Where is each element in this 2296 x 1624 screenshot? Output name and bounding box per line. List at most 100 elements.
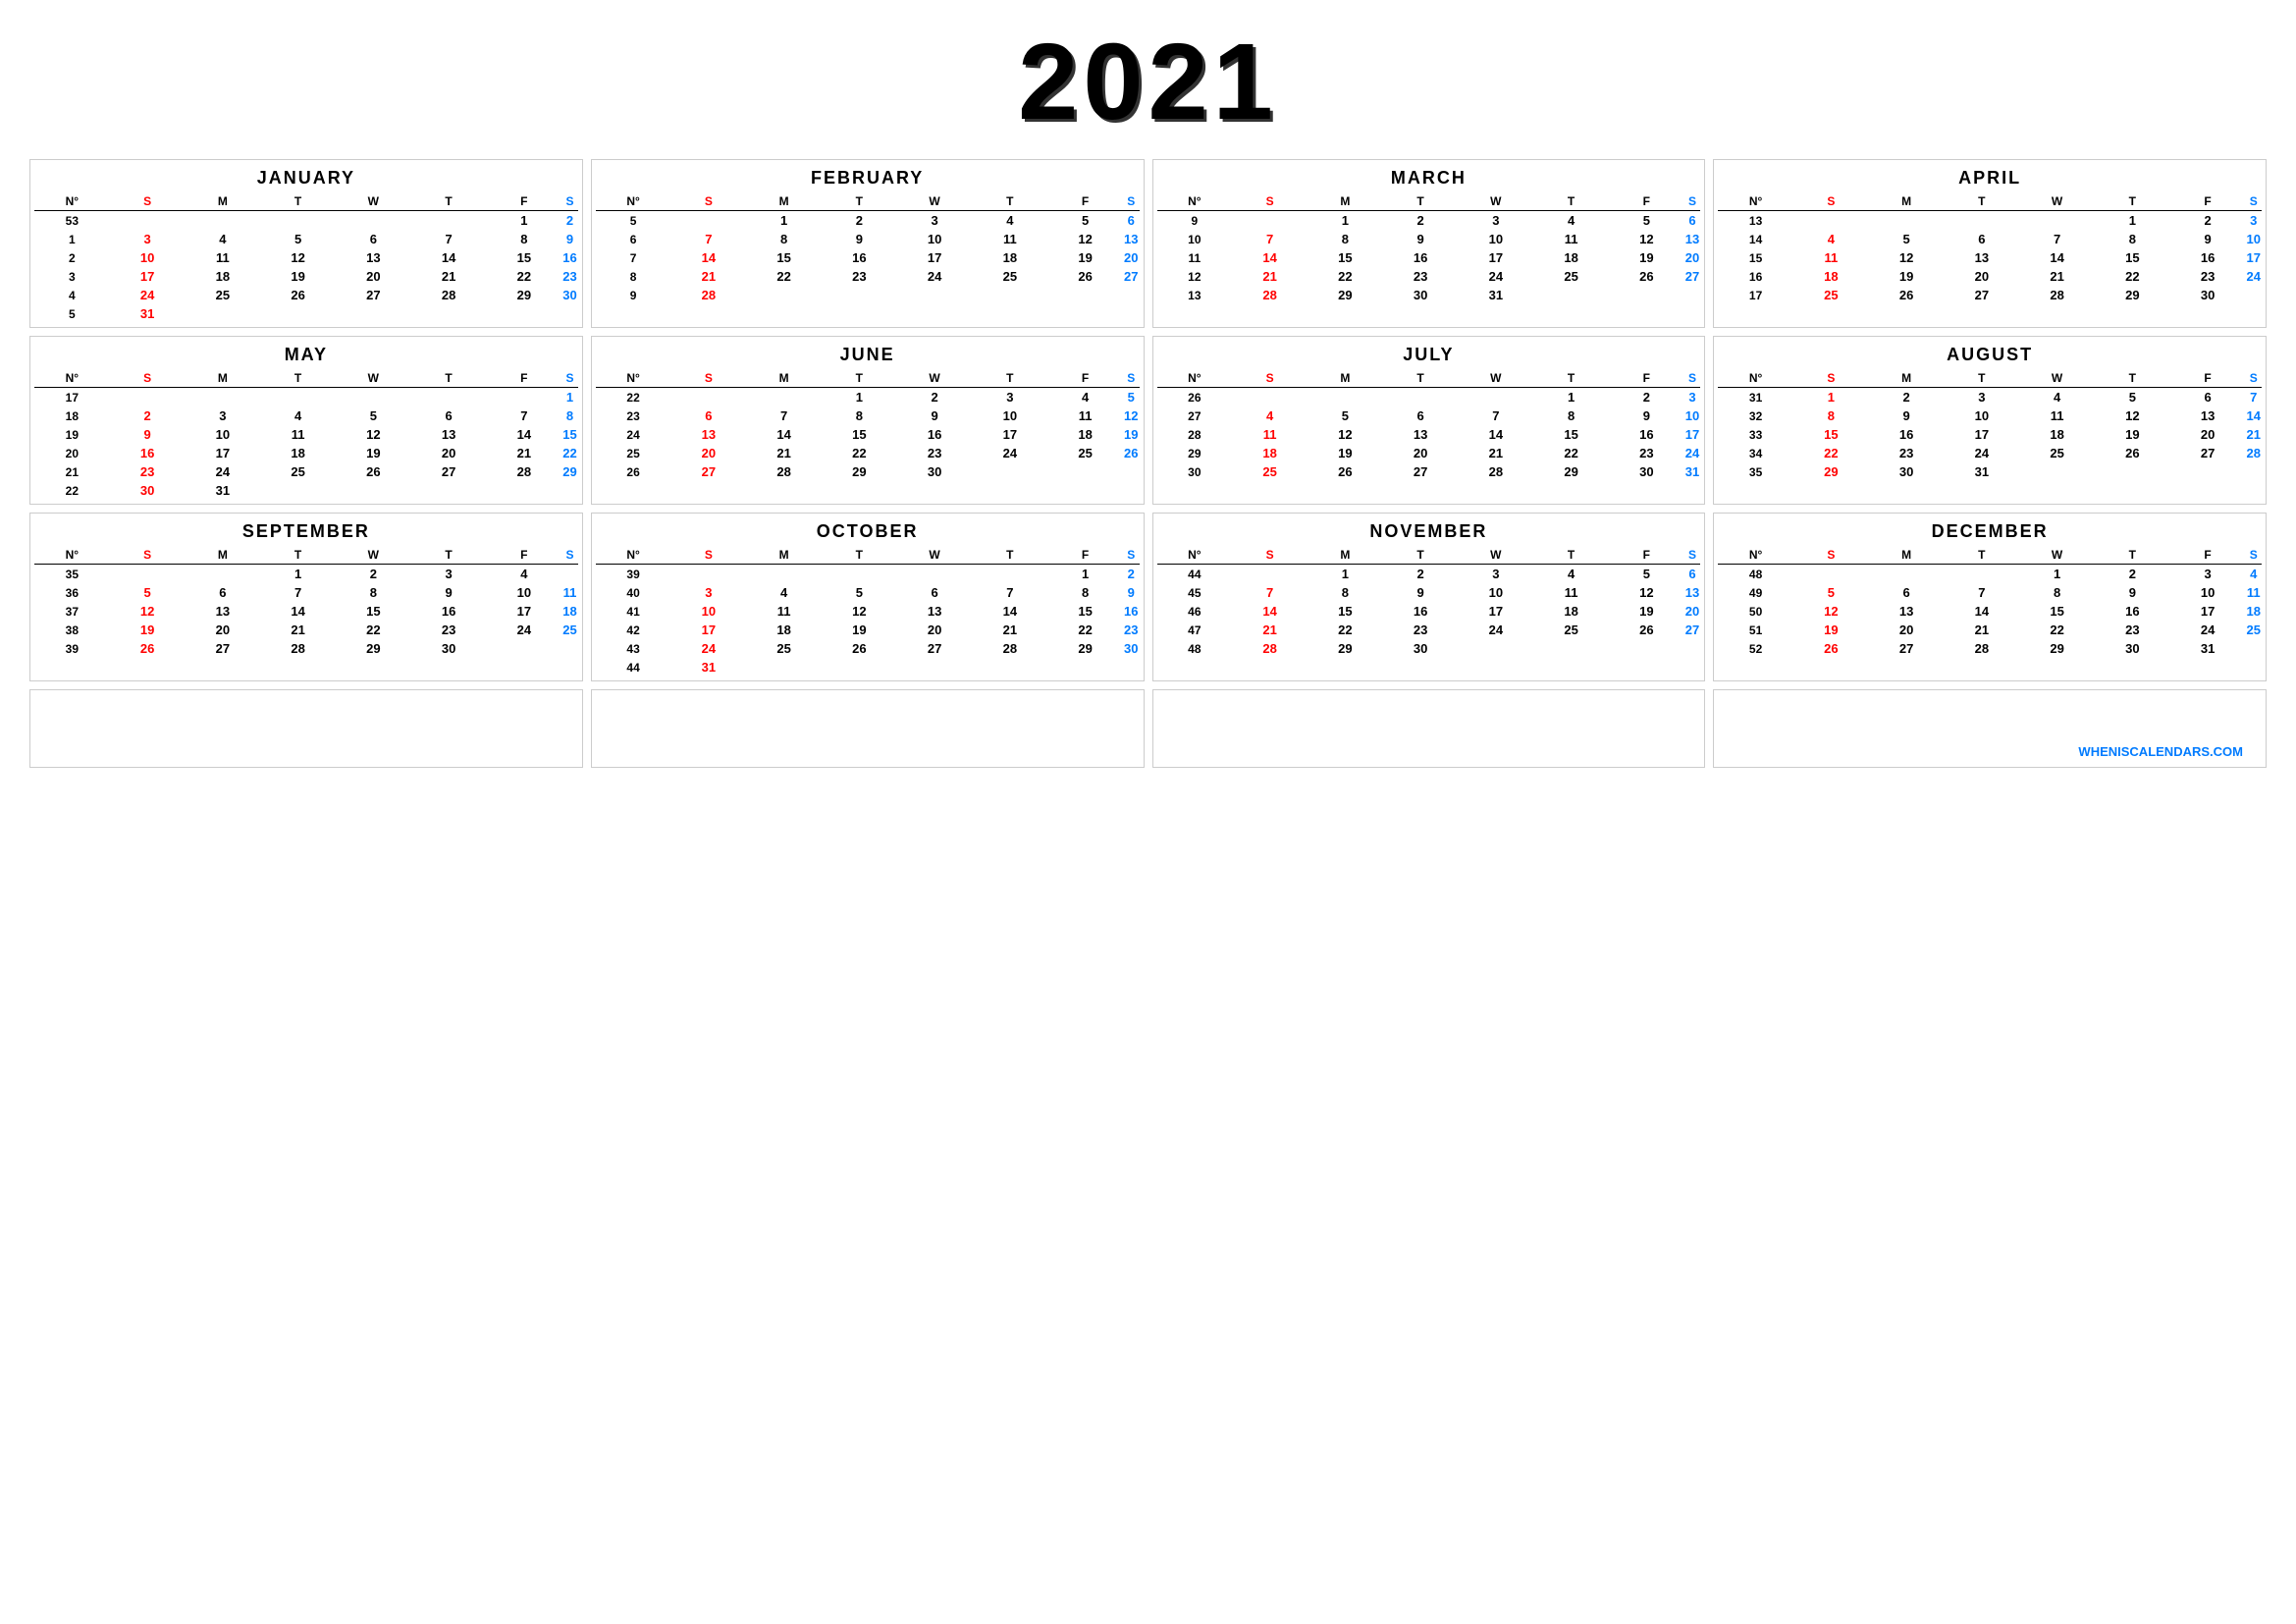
header-sat: S — [561, 192, 578, 211]
header-thu: T — [2095, 369, 2170, 388]
day-cell-thu — [972, 658, 1047, 677]
day-cell-thu: 13 — [411, 425, 487, 444]
week-row: 928 — [596, 286, 1140, 304]
day-cell-sat: 9 — [1123, 583, 1140, 602]
day-cell-tue: 26 — [822, 639, 897, 658]
week-row: 3712131415161718 — [34, 602, 578, 621]
week-row: 531 — [34, 304, 578, 323]
header-wed: W — [897, 192, 973, 211]
header-mon: M — [1869, 192, 1945, 211]
day-cell-sun: 11 — [1232, 425, 1308, 444]
day-cell-wed: 10 — [1458, 230, 1533, 248]
day-cell-tue: 6 — [1944, 230, 2019, 248]
day-cell-thu: 3 — [411, 565, 487, 584]
day-cell-tue: 25 — [260, 462, 336, 481]
day-cell-tue: 8 — [822, 406, 897, 425]
header-mon: M — [746, 192, 822, 211]
week-row: 1511121314151617 — [1718, 248, 2262, 267]
day-cell-mon — [1869, 211, 1945, 231]
day-cell-sun: 24 — [110, 286, 186, 304]
header-sat: S — [2245, 546, 2262, 565]
week-row: 17252627282930 — [1718, 286, 2262, 304]
day-cell-wed: 24 — [1458, 267, 1533, 286]
day-cell-thu: 1 — [1533, 388, 1609, 407]
day-cell-tue: 2 — [1383, 565, 1459, 584]
day-cell-sat: 7 — [2245, 388, 2262, 407]
day-cell-sat: 3 — [1684, 388, 1701, 407]
day-cell-fri: 26 — [1047, 267, 1123, 286]
day-cell — [1609, 304, 1684, 323]
day-cell-fri: 22 — [486, 267, 561, 286]
day-cell-fri: 11 — [1047, 406, 1123, 425]
month-block-july: JULYN°SMTWTFS261232745678910281112131415… — [1152, 336, 1706, 505]
day-cell-wk: 21 — [34, 462, 110, 481]
day-cell — [1718, 304, 1793, 323]
day-cell — [2095, 481, 2170, 500]
header-tue: T — [1944, 546, 2019, 565]
day-cell — [596, 304, 671, 323]
day-cell-wed: 15 — [2019, 602, 2095, 621]
day-cell-wk: 31 — [1718, 388, 1793, 407]
week-row: 171 — [34, 388, 578, 407]
day-cell-mon: 15 — [1308, 602, 1383, 621]
day-cell-wed: 17 — [1458, 248, 1533, 267]
day-cell-thu: 12 — [2095, 406, 2170, 425]
day-cell-wk: 50 — [1718, 602, 1793, 621]
day-cell-sun: 12 — [110, 602, 186, 621]
day-cell-fri: 12 — [1609, 583, 1684, 602]
day-cell — [1793, 481, 1869, 500]
day-cell-sat: 16 — [1123, 602, 1140, 621]
header-wed: W — [2019, 192, 2095, 211]
day-cell-wk: 53 — [34, 211, 110, 231]
day-cell-sun: 28 — [670, 286, 746, 304]
day-cell-mon: 22 — [746, 267, 822, 286]
day-cell-thu: 3 — [972, 388, 1047, 407]
day-cell-wed: 22 — [336, 621, 411, 639]
day-cell — [746, 481, 822, 500]
footer-box-3 — [1152, 689, 1706, 768]
day-cell-wk: 2 — [34, 248, 110, 267]
header-sun: S — [110, 192, 186, 211]
day-cell-wk: 5 — [34, 304, 110, 323]
week-row: 2212345 — [596, 388, 1140, 407]
day-cell-tue: 11 — [260, 425, 336, 444]
day-cell-fri: 23 — [2170, 267, 2246, 286]
day-cell — [1684, 304, 1701, 323]
day-cell — [746, 304, 822, 323]
header-sun: S — [1232, 192, 1308, 211]
day-cell-mon: 11 — [746, 602, 822, 621]
week-row: 4110111213141516 — [596, 602, 1140, 621]
header-mon: M — [1308, 546, 1383, 565]
day-cell-sun: 8 — [1793, 406, 1869, 425]
day-cell-mon: 9 — [1869, 406, 1945, 425]
day-cell-wk: 20 — [34, 444, 110, 462]
header-mon: M — [746, 369, 822, 388]
week-row: 4324252627282930 — [596, 639, 1140, 658]
day-cell-fri: 14 — [486, 425, 561, 444]
day-cell — [1458, 658, 1533, 677]
day-cell-sat: 24 — [1684, 444, 1701, 462]
header-sat: S — [1123, 192, 1140, 211]
week-row: 1114151617181920 — [1157, 248, 1701, 267]
day-cell-fri: 5 — [1609, 565, 1684, 584]
week-row: 4431 — [596, 658, 1140, 677]
day-cell-fri: 17 — [486, 602, 561, 621]
day-cell-wed: 29 — [336, 639, 411, 658]
day-cell-fri: 26 — [1609, 621, 1684, 639]
day-cell-sat: 23 — [561, 267, 578, 286]
day-cell-thu: 8 — [2095, 230, 2170, 248]
week-row: 52262728293031 — [1718, 639, 2262, 658]
day-cell-tue: 24 — [1944, 444, 2019, 462]
day-cell-tue — [260, 481, 336, 500]
cal-table-march: N°SMTWTFS9123456107891011121311141516171… — [1157, 192, 1701, 323]
day-cell-wk: 33 — [1718, 425, 1793, 444]
day-cell-sat: 27 — [1684, 267, 1701, 286]
day-cell-sun: 9 — [110, 425, 186, 444]
day-cell-tue: 1 — [260, 565, 336, 584]
day-cell-mon: 16 — [1869, 425, 1945, 444]
day-cell-tue: 16 — [822, 248, 897, 267]
day-cell-sat: 19 — [1123, 425, 1140, 444]
day-cell-mon: 22 — [1308, 267, 1383, 286]
day-cell-wed: 28 — [2019, 286, 2095, 304]
day-cell — [1458, 481, 1533, 500]
